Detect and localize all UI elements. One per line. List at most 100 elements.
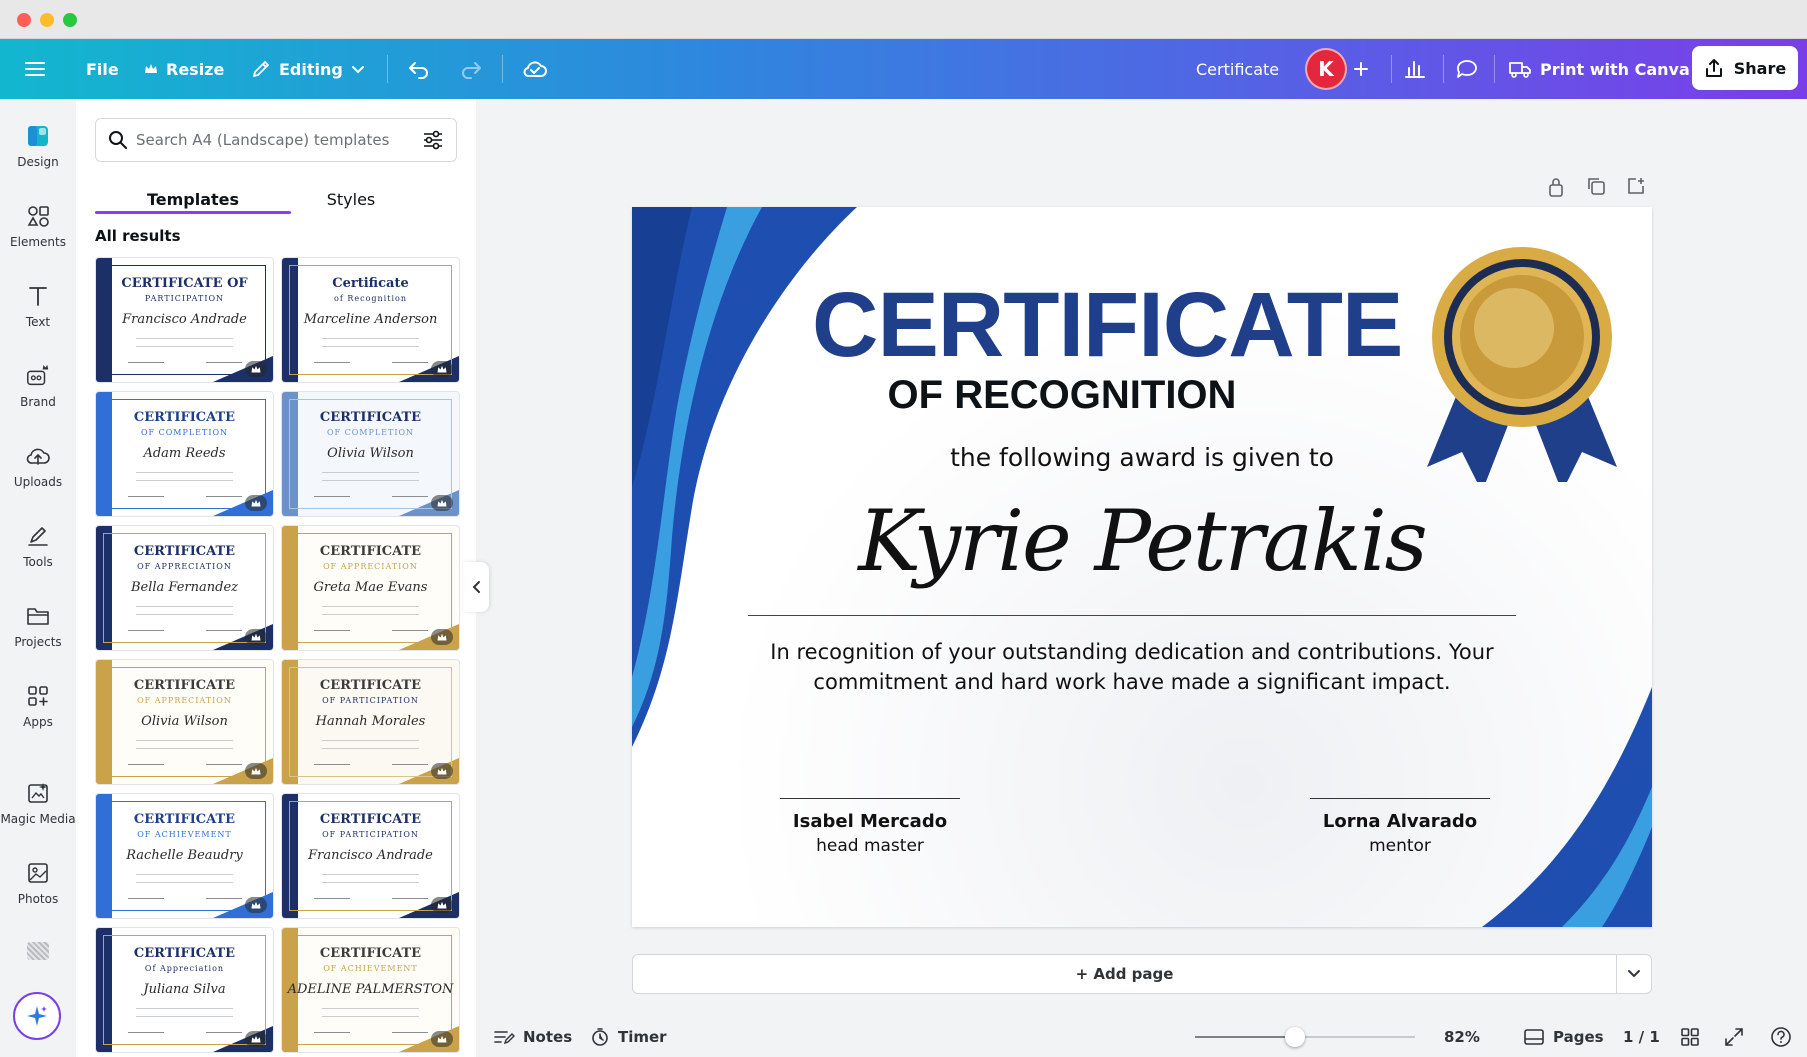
zoom-slider-thumb[interactable] xyxy=(1285,1027,1306,1047)
insights-button[interactable] xyxy=(1404,39,1426,99)
canva-assistant-button[interactable] xyxy=(13,992,61,1040)
template-placeholder-line xyxy=(322,882,419,883)
template-thumbnail[interactable]: CERTIFICATE OF APPRECIATION Bella Fernande… xyxy=(96,526,273,650)
template-placeholder-line xyxy=(136,748,233,749)
crown-icon xyxy=(437,767,447,774)
notes-button[interactable]: Notes xyxy=(493,1017,572,1057)
premium-crown-badge xyxy=(431,629,453,645)
lock-page-button[interactable] xyxy=(1546,176,1568,198)
signer-role: head master xyxy=(816,836,924,856)
template-title: CERTIFICATE xyxy=(133,946,236,961)
template-thumbnail[interactable]: CERTIFICATE OF PARTICIPATION Hannah Morale… xyxy=(282,660,459,784)
premium-crown-badge xyxy=(245,1031,267,1047)
template-subtitle: OF PARTICIPATION xyxy=(322,830,419,839)
duplicate-page-button[interactable] xyxy=(1586,176,1608,198)
rail-item-photos[interactable]: Photos xyxy=(0,860,76,906)
comments-button[interactable] xyxy=(1456,39,1478,99)
template-thumbnail[interactable]: CERTIFICATE Of Appreciation Juliana Silva xyxy=(96,928,273,1052)
results-section-title: All results xyxy=(95,227,181,245)
template-signature-line xyxy=(206,630,242,631)
undo-button[interactable] xyxy=(407,39,431,99)
template-thumbnail[interactable]: CERTIFICATE OF ACHIEVEMENT ADELINE PALMERS… xyxy=(282,928,459,1052)
resize-label: Resize xyxy=(166,59,225,79)
template-thumbnail[interactable]: Certificate of Recognition Marceline Ander… xyxy=(282,258,459,382)
template-thumbnail[interactable]: CERTIFICATE OF ACHIEVEMENT Rachelle Beaudr… xyxy=(96,794,273,918)
rail-item-tools[interactable]: Tools xyxy=(0,523,76,569)
redo-button[interactable] xyxy=(459,39,483,99)
crown-icon xyxy=(437,365,447,372)
timer-button[interactable]: Timer xyxy=(590,1017,667,1057)
template-thumbnail[interactable]: CERTIFICATE OF APPRECIATION Olivia Wilson xyxy=(96,660,273,784)
template-title: CERTIFICATE xyxy=(319,812,422,827)
uploads-icon xyxy=(25,443,51,469)
tab-styles[interactable]: Styles xyxy=(276,179,426,219)
template-subtitle: of Recognition xyxy=(334,294,407,303)
template-thumbnail[interactable]: CERTIFICATE OF PARTICIPATION Francisco And… xyxy=(96,258,273,382)
template-title: CERTIFICATE xyxy=(133,544,236,559)
editing-label: Editing xyxy=(279,59,343,79)
crown-icon xyxy=(437,499,447,506)
template-placeholder-line xyxy=(136,1008,233,1009)
rail-item-label: Brand xyxy=(20,395,56,409)
pages-button[interactable]: Pages xyxy=(1523,1017,1604,1057)
rail-item-label: Apps xyxy=(23,715,53,729)
page-list-toggle[interactable] xyxy=(1616,954,1652,994)
template-thumbnail[interactable]: CERTIFICATE OF COMPLETION Adam Reeds xyxy=(96,392,273,516)
template-placeholder-line xyxy=(322,346,419,347)
add-page-top-button[interactable] xyxy=(1626,176,1648,198)
fullscreen-button[interactable] xyxy=(1724,1017,1744,1057)
share-label: Share xyxy=(1733,58,1787,78)
template-subtitle: OF COMPLETION xyxy=(140,428,229,437)
file-menu-button[interactable]: File xyxy=(86,39,119,99)
template-signature-line xyxy=(314,764,350,765)
share-button[interactable]: Share xyxy=(1692,46,1798,90)
template-signature-line xyxy=(128,898,164,899)
template-recipient: Olivia Wilson xyxy=(141,714,228,729)
template-search-input[interactable] xyxy=(136,131,406,149)
template-placeholder-line xyxy=(322,338,419,339)
grid-view-button[interactable] xyxy=(1680,1017,1700,1057)
template-placeholder-line xyxy=(136,346,233,347)
collapse-panel-button[interactable] xyxy=(463,562,489,612)
rail-item-magic-media[interactable]: Magic Media xyxy=(0,780,76,826)
undo-icon xyxy=(409,62,428,79)
document-title-text: Certificate xyxy=(1196,59,1280,79)
add-page-button[interactable]: + Add page xyxy=(632,954,1617,994)
duplicate-icon xyxy=(1588,178,1605,195)
rail-item-uploads[interactable]: Uploads xyxy=(0,443,76,489)
crown-icon xyxy=(437,1035,447,1042)
template-thumbnail[interactable]: CERTIFICATE OF PARTICIPATION Francisco And… xyxy=(282,794,459,918)
print-with-canva-button[interactable]: Print with Canva xyxy=(1508,39,1690,99)
rail-item-apps[interactable]: Apps xyxy=(0,683,76,729)
template-thumbnail[interactable]: CERTIFICATE OF COMPLETION Olivia Wilson xyxy=(282,392,459,516)
resize-button[interactable]: Resize xyxy=(144,39,224,99)
comment-icon xyxy=(1457,60,1477,78)
rail-item-design[interactable]: Design xyxy=(0,123,76,169)
crown-icon xyxy=(251,365,261,372)
help-button[interactable] xyxy=(1770,1017,1792,1057)
rail-item-brand[interactable]: Brand xyxy=(0,363,76,409)
template-title: CERTIFICATE OF xyxy=(121,276,248,291)
filter-sliders-icon[interactable] xyxy=(422,130,444,150)
main-menu-button[interactable] xyxy=(24,39,46,99)
editing-mode-dropdown[interactable]: Editing xyxy=(251,39,365,99)
template-thumbnail[interactable]: CERTIFICATE OF APPRECIATION Greta Mae Evan… xyxy=(282,526,459,650)
template-placeholder-line xyxy=(136,614,233,615)
maximize-window-button[interactable] xyxy=(63,13,77,27)
close-window-button[interactable] xyxy=(17,13,31,27)
invite-collaborator-button[interactable] xyxy=(1353,39,1369,99)
cloud-save-status-button[interactable] xyxy=(522,39,548,99)
minimize-window-button[interactable] xyxy=(40,13,54,27)
user-avatar[interactable]: K xyxy=(1305,48,1347,90)
print-with-canva-label: Print with Canva xyxy=(1540,59,1690,79)
certificate-page[interactable]: CERTIFICATE OF RECOGNITION the following… xyxy=(632,207,1652,927)
template-placeholder-line xyxy=(136,740,233,741)
zoom-percentage-button[interactable]: 82% xyxy=(1444,1017,1480,1057)
rail-item-text[interactable]: Text xyxy=(0,283,76,329)
rail-item-projects[interactable]: Projects xyxy=(0,603,76,649)
template-signature-line xyxy=(314,496,350,497)
document-title[interactable]: Certificate xyxy=(1196,39,1279,99)
more-apps-icon[interactable] xyxy=(27,942,49,960)
rail-item-elements[interactable]: Elements xyxy=(0,203,76,249)
premium-crown-badge xyxy=(431,763,453,779)
